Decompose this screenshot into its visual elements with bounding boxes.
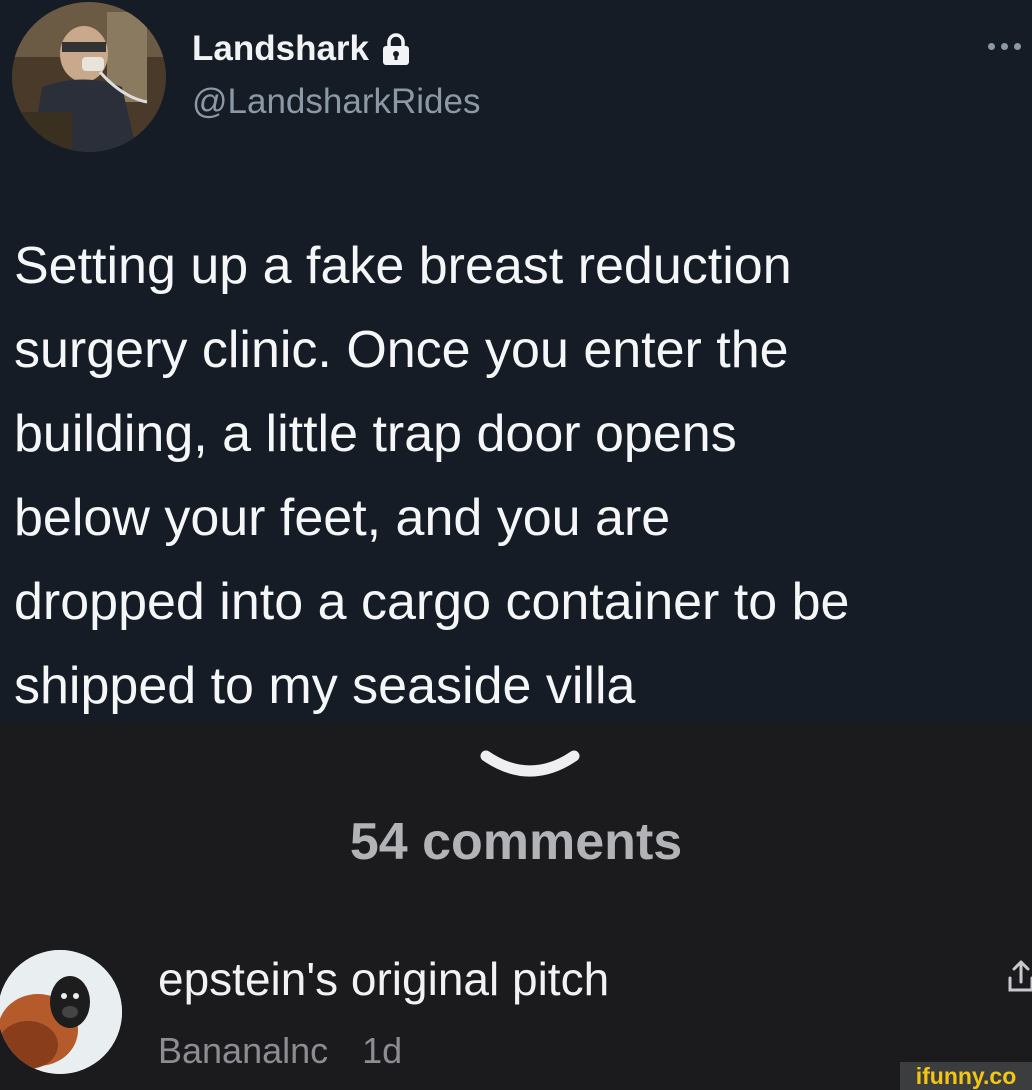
comment-author[interactable]: Bananalnc: [158, 1030, 328, 1071]
author-display-name[interactable]: Landshark: [192, 29, 369, 69]
commenter-avatar[interactable]: [0, 950, 122, 1074]
author-name-row: Landshark: [192, 26, 411, 72]
avatar-image: [12, 2, 166, 152]
lock-icon: [383, 33, 409, 65]
comment-time: 1d: [362, 1030, 403, 1071]
tweet-author-avatar[interactable]: [12, 2, 166, 152]
share-icon[interactable]: [1006, 958, 1032, 996]
more-options-icon[interactable]: [988, 34, 1032, 58]
comments-count-header: 54 comments: [349, 813, 683, 871]
chevron-down-icon[interactable]: [480, 746, 580, 784]
author-handle[interactable]: @LandsharkRides: [192, 82, 480, 122]
tweet-card: Landshark @LandsharkRides Setting up a f…: [0, 0, 1032, 722]
ifunny-watermark: ifunny.co: [900, 1062, 1032, 1090]
comment-text: epstein's original pitch: [158, 953, 610, 1005]
tweet-text: Setting up a fake breast reduction surge…: [14, 237, 850, 715]
comment-meta: Bananalnc 1d: [158, 1030, 402, 1072]
avatar-image: [0, 950, 122, 1074]
